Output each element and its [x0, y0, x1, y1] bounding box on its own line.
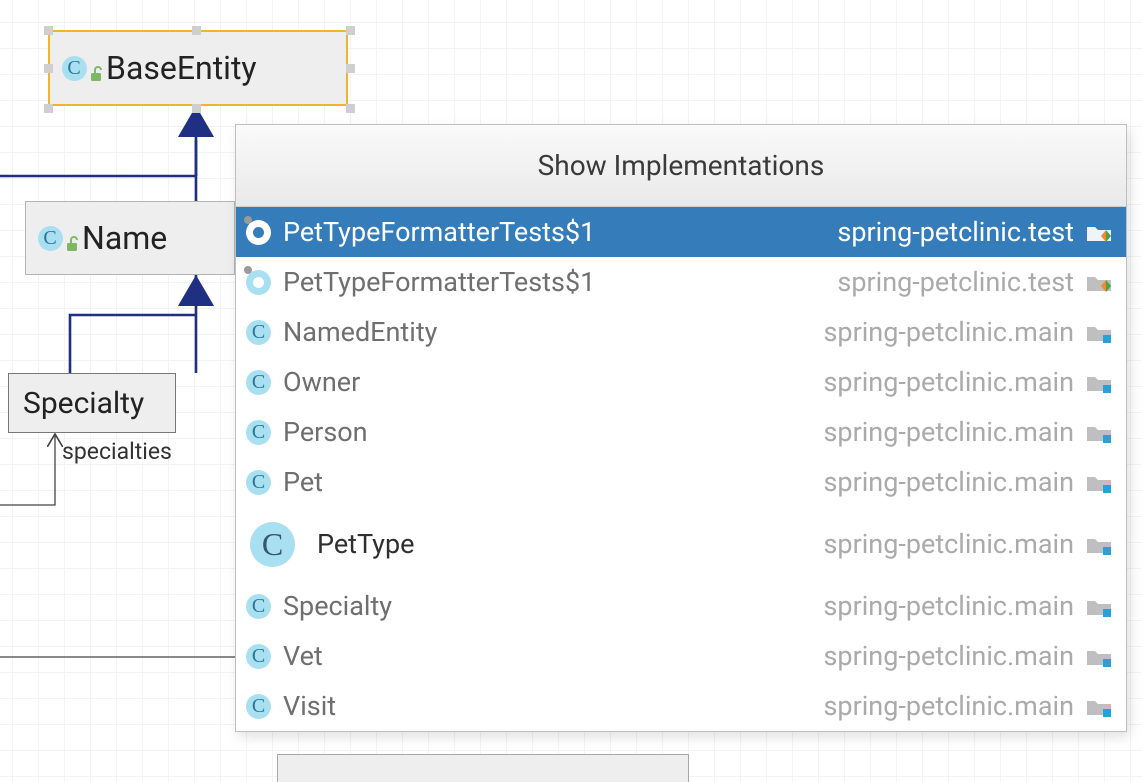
item-name: NamedEntity	[283, 316, 437, 348]
implementations-popup: Show Implementations PetTypeFormatterTes…	[235, 124, 1127, 732]
class-label: Name	[82, 219, 167, 257]
class-icon: C	[246, 694, 271, 719]
sources-icon	[1084, 471, 1114, 493]
implementation-item[interactable]: C Visit spring-petclinic.main	[236, 681, 1126, 731]
item-module: spring-petclinic.main	[824, 690, 1075, 722]
item-module: spring-petclinic.main	[824, 590, 1075, 622]
edge-label-specialties: specialties	[62, 438, 172, 465]
selection-handle[interactable]	[192, 104, 201, 113]
sources-icon	[1084, 371, 1114, 393]
class-label: BaseEntity	[106, 49, 257, 87]
class-node-baseentity[interactable]: C BaseEntity	[48, 30, 348, 106]
class-icon: C	[58, 52, 90, 84]
item-name: Vet	[283, 640, 323, 672]
item-name: Pet	[283, 466, 323, 498]
implementation-item[interactable]: PetTypeFormatterTests$1 spring-petclinic.…	[236, 257, 1126, 307]
selection-handle[interactable]	[346, 104, 355, 113]
implementation-item[interactable]: C Specialty spring-petclinic.main	[236, 581, 1126, 631]
unlock-icon	[66, 226, 80, 260]
sources-icon	[1084, 595, 1114, 617]
item-module: spring-petclinic.main	[824, 466, 1075, 498]
item-module: spring-petclinic.main	[824, 416, 1075, 448]
test-sources-icon	[1084, 271, 1114, 293]
class-icon: C	[250, 522, 295, 567]
item-name: Visit	[283, 690, 336, 722]
popup-title: Show Implementations	[236, 125, 1126, 207]
implementation-item[interactable]: C Vet spring-petclinic.main	[236, 631, 1126, 681]
class-icon: C	[246, 420, 271, 445]
implementations-list: PetTypeFormatterTests$1 spring-petclinic.…	[236, 207, 1126, 731]
class-icon: C	[246, 644, 271, 669]
class-label: Specialty	[23, 386, 144, 421]
unlock-icon	[90, 56, 104, 90]
selection-handle[interactable]	[44, 104, 53, 113]
item-name: PetTypeFormatterTests$1	[283, 216, 595, 248]
sources-icon	[1084, 533, 1114, 555]
class-node-namedentity[interactable]: C Name	[25, 201, 235, 275]
item-module: spring-petclinic.main	[824, 316, 1075, 348]
item-name: PetTypeFormatterTests$1	[283, 266, 595, 298]
item-module: spring-petclinic.test	[837, 216, 1074, 248]
sources-icon	[1084, 421, 1114, 443]
item-module: spring-petclinic.main	[824, 640, 1075, 672]
implementation-item[interactable]: PetTypeFormatterTests$1 spring-petclinic.…	[236, 207, 1126, 257]
class-icon: C	[246, 470, 271, 495]
item-name: Specialty	[283, 590, 392, 622]
class-icon: C	[34, 222, 66, 254]
selection-handle[interactable]	[44, 26, 53, 35]
item-module: spring-petclinic.main	[824, 366, 1075, 398]
implementation-item[interactable]: C PetType spring-petclinic.main	[236, 507, 1126, 581]
implementation-item[interactable]: C Person spring-petclinic.main	[236, 407, 1126, 457]
class-icon: C	[246, 370, 271, 395]
item-name: Person	[283, 416, 368, 448]
implementation-item[interactable]: C NamedEntity spring-petclinic.main	[236, 307, 1126, 357]
sources-icon	[1084, 695, 1114, 717]
class-node-partial[interactable]	[277, 754, 689, 782]
sources-icon	[1084, 321, 1114, 343]
item-name: Owner	[283, 366, 360, 398]
implementation-item[interactable]: C Owner spring-petclinic.main	[236, 357, 1126, 407]
item-module: spring-petclinic.main	[824, 528, 1075, 560]
sources-icon	[1084, 645, 1114, 667]
uml-canvas[interactable]: C BaseEntity C Name Specialty specialtie…	[0, 0, 1142, 782]
selection-handle[interactable]	[44, 64, 53, 73]
item-module: spring-petclinic.test	[837, 266, 1074, 298]
class-icon: C	[246, 594, 271, 619]
selection-handle[interactable]	[192, 26, 201, 35]
item-name: PetType	[317, 528, 414, 560]
implementation-item[interactable]: C Pet spring-petclinic.main	[236, 457, 1126, 507]
anonymous-class-icon	[246, 270, 271, 295]
selection-handle[interactable]	[346, 64, 355, 73]
class-icon: C	[246, 320, 271, 345]
anonymous-class-icon	[246, 220, 271, 245]
selection-handle[interactable]	[346, 26, 355, 35]
class-node-specialty[interactable]: Specialty	[8, 373, 176, 433]
test-sources-icon	[1084, 221, 1114, 243]
